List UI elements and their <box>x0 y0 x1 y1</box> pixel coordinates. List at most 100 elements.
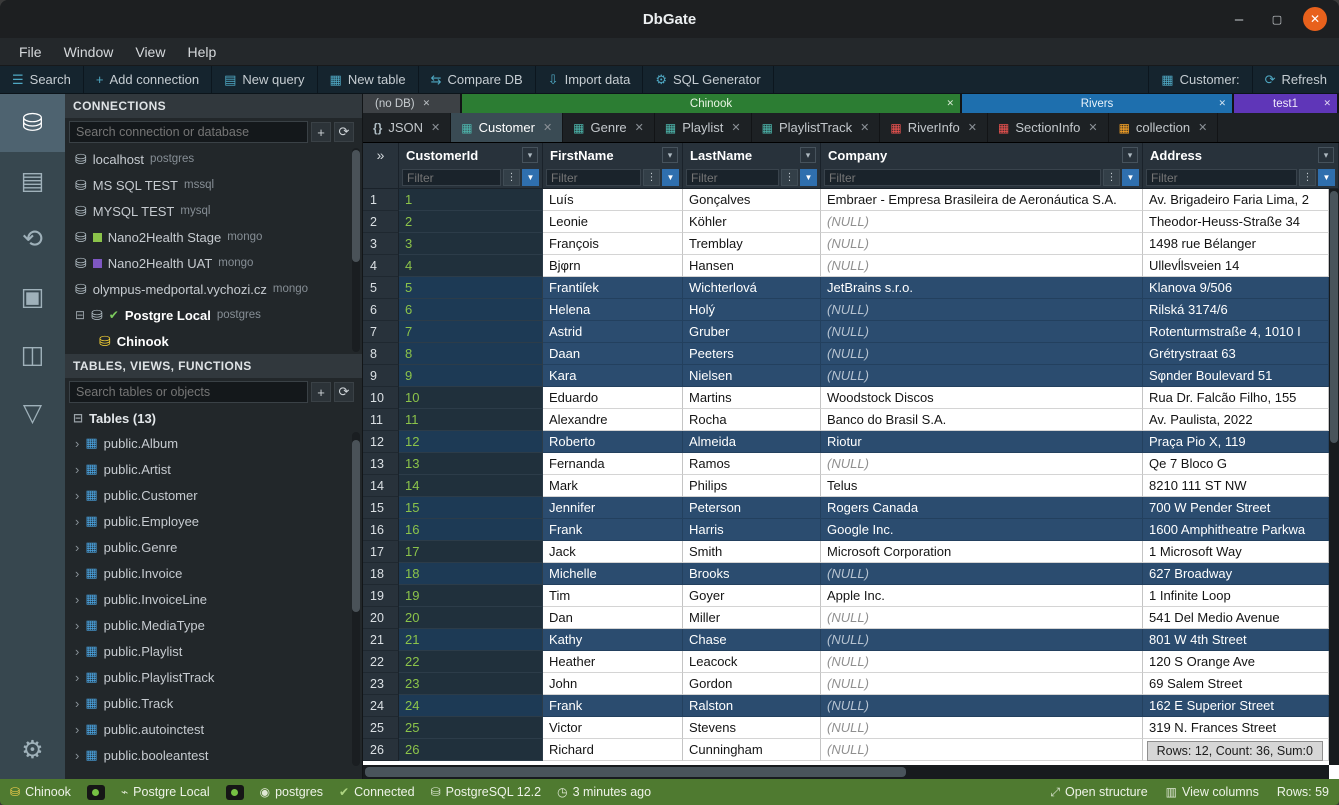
tables-search-input[interactable] <box>69 381 308 403</box>
tab-playlisttrack[interactable]: ▦PlaylistTrack✕ <box>752 113 881 142</box>
cell-company[interactable]: (NULL) <box>821 739 1143 761</box>
cell-company[interactable]: (NULL) <box>821 365 1143 387</box>
column-header-firstname[interactable]: FirstName▾ <box>543 143 683 167</box>
refresh-connections-button[interactable]: ⟳ <box>334 122 354 142</box>
table-row-7[interactable]: 77AstridGruber(NULL)Rotenturmstraße 4, 1… <box>363 321 1329 343</box>
cell-lastname[interactable]: Peterson <box>683 497 821 519</box>
cell-customerid[interactable]: 7 <box>399 321 543 343</box>
close-icon[interactable]: ✕ <box>635 121 644 134</box>
cell-firstname[interactable]: Roberto <box>543 431 683 453</box>
menu-help[interactable]: Help <box>176 38 227 66</box>
cell-address[interactable]: 8210 111 ST NW <box>1143 475 1329 497</box>
cell-company[interactable]: Microsoft Corporation <box>821 541 1143 563</box>
cell-firstname[interactable]: Michelle <box>543 563 683 585</box>
chevron-right-icon[interactable]: › <box>75 540 79 555</box>
close-icon[interactable]: ✕ <box>543 121 552 134</box>
cell-customerid[interactable]: 17 <box>399 541 543 563</box>
collapse-icon[interactable]: ⊟ <box>75 308 85 322</box>
table-row-22[interactable]: 2222HeatherLeacock(NULL)120 S Orange Ave <box>363 651 1329 673</box>
cell-firstname[interactable]: Daan <box>543 343 683 365</box>
cell-address[interactable]: Klanova 9/506 <box>1143 277 1329 299</box>
filter-input-lastname[interactable] <box>686 169 779 186</box>
table-row-9[interactable]: 99KaraNielsen(NULL)Sφnder Boulevard 51 <box>363 365 1329 387</box>
tab-sectioninfo[interactable]: ▦SectionInfo✕ <box>988 113 1109 142</box>
cell-lastname[interactable]: Hansen <box>683 255 821 277</box>
cell-customerid[interactable]: 26 <box>399 739 543 761</box>
table-row-23[interactable]: 2323JohnGordon(NULL)69 Salem Street <box>363 673 1329 695</box>
cell-customerid[interactable]: 23 <box>399 673 543 695</box>
table-item-public-genre[interactable]: ›▦public.Genre <box>65 534 362 560</box>
cell-company[interactable]: Apple Inc. <box>821 585 1143 607</box>
cell-customerid[interactable]: 1 <box>399 189 543 211</box>
cell-firstname[interactable]: Leonie <box>543 211 683 233</box>
toolbar-compare-db[interactable]: ⇆Compare DB <box>419 66 536 93</box>
cell-customerid[interactable]: 24 <box>399 695 543 717</box>
tab-group-chinook[interactable]: Chinook✕ <box>462 94 960 113</box>
cell-lastname[interactable]: Peeters <box>683 343 821 365</box>
cell-firstname[interactable]: Jack <box>543 541 683 563</box>
chevron-right-icon[interactable]: › <box>75 748 79 763</box>
cell-firstname[interactable]: Bjφrn <box>543 255 683 277</box>
status-rows-59[interactable]: Rows: 59 <box>1277 785 1329 799</box>
tab-group-test1[interactable]: test1✕ <box>1234 94 1337 113</box>
table-row-15[interactable]: 1515JenniferPetersonRogers Canada700 W P… <box>363 497 1329 519</box>
table-row-2[interactable]: 22LeonieKöhler(NULL)Theodor-Heuss-Straße… <box>363 211 1329 233</box>
close-icon[interactable]: ✕ <box>946 98 954 109</box>
toolbar-sql-generator[interactable]: ⚙SQL Generator <box>643 66 773 93</box>
close-icon[interactable]: ✕ <box>1218 98 1226 109</box>
sidebar-database-button[interactable]: ⛁ <box>0 94 65 152</box>
cell-address[interactable]: 541 Del Medio Avenue <box>1143 607 1329 629</box>
cell-lastname[interactable]: Wichterlová <box>683 277 821 299</box>
cell-customerid[interactable]: 20 <box>399 607 543 629</box>
add-connection-small-button[interactable]: + <box>311 122 331 142</box>
column-header-lastname[interactable]: LastName▾ <box>683 143 821 167</box>
table-row-3[interactable]: 33FrançoisTremblay(NULL)1498 rue Bélange… <box>363 233 1329 255</box>
minimize-button[interactable]: – <box>1227 7 1251 31</box>
cell-firstname[interactable]: Dan <box>543 607 683 629</box>
grid-horizontal-scrollbar-thumb[interactable] <box>365 767 906 777</box>
refresh-tables-button[interactable]: ⟳ <box>334 382 354 402</box>
column-header-customerid[interactable]: CustomerId▾ <box>399 143 543 167</box>
grid-vertical-scrollbar[interactable] <box>1329 189 1339 765</box>
cell-address[interactable]: Av. Paulista, 2022 <box>1143 409 1329 431</box>
connection-item-localhost[interactable]: ⛁localhostpostgres <box>65 146 362 172</box>
cell-address[interactable]: 69 Salem Street <box>1143 673 1329 695</box>
cell-customerid[interactable]: 25 <box>399 717 543 739</box>
connections-search-input[interactable] <box>69 121 308 143</box>
tab-customer[interactable]: ▦Customer✕ <box>451 113 563 142</box>
chevron-right-icon[interactable]: › <box>75 696 79 711</box>
cell-company[interactable]: (NULL) <box>821 299 1143 321</box>
cell-address[interactable]: Qe 7 Bloco G <box>1143 453 1329 475</box>
tab-group-no-db[interactable]: (no DB)✕ <box>363 94 460 113</box>
cell-firstname[interactable]: Eduardo <box>543 387 683 409</box>
cell-company[interactable]: Woodstock Discos <box>821 387 1143 409</box>
tab-collection[interactable]: ▦collection✕ <box>1109 113 1219 142</box>
cell-firstname[interactable]: Kara <box>543 365 683 387</box>
table-row-11[interactable]: 1111AlexandreRochaBanco do Brasil S.A.Av… <box>363 409 1329 431</box>
cell-lastname[interactable]: Köhler <box>683 211 821 233</box>
cell-firstname[interactable]: Fernanda <box>543 453 683 475</box>
cell-company[interactable]: JetBrains s.r.o. <box>821 277 1143 299</box>
cell-lastname[interactable]: Martins <box>683 387 821 409</box>
close-icon[interactable]: ✕ <box>431 121 440 134</box>
toolbar-customer[interactable]: ▦Customer: <box>1148 66 1251 93</box>
grid-vertical-scrollbar-thumb[interactable] <box>1330 191 1338 443</box>
cell-customerid[interactable]: 18 <box>399 563 543 585</box>
cell-customerid[interactable]: 22 <box>399 651 543 673</box>
cell-address[interactable]: Grétrystraat 63 <box>1143 343 1329 365</box>
cell-customerid[interactable]: 3 <box>399 233 543 255</box>
table-row-17[interactable]: 1717JackSmithMicrosoft Corporation1 Micr… <box>363 541 1329 563</box>
close-icon[interactable]: ✕ <box>1198 121 1207 134</box>
chevron-right-icon[interactable]: › <box>75 514 79 529</box>
maximize-button[interactable]: ▢ <box>1265 7 1289 31</box>
cell-firstname[interactable]: Astrid <box>543 321 683 343</box>
cell-address[interactable]: Rua Dr. Falcão Filho, 155 <box>1143 387 1329 409</box>
status-open-structure[interactable]: ⤢Open structure <box>1050 785 1147 800</box>
cell-lastname[interactable]: Gordon <box>683 673 821 695</box>
add-table-small-button[interactable]: + <box>311 382 331 402</box>
cell-address[interactable]: 801 W 4th Street <box>1143 629 1329 651</box>
cell-lastname[interactable]: Nielsen <box>683 365 821 387</box>
cell-firstname[interactable]: Kathy <box>543 629 683 651</box>
toolbar-new-table[interactable]: ▦New table <box>318 66 419 93</box>
cell-address[interactable]: 1600 Amphitheatre Parkwa <box>1143 519 1329 541</box>
